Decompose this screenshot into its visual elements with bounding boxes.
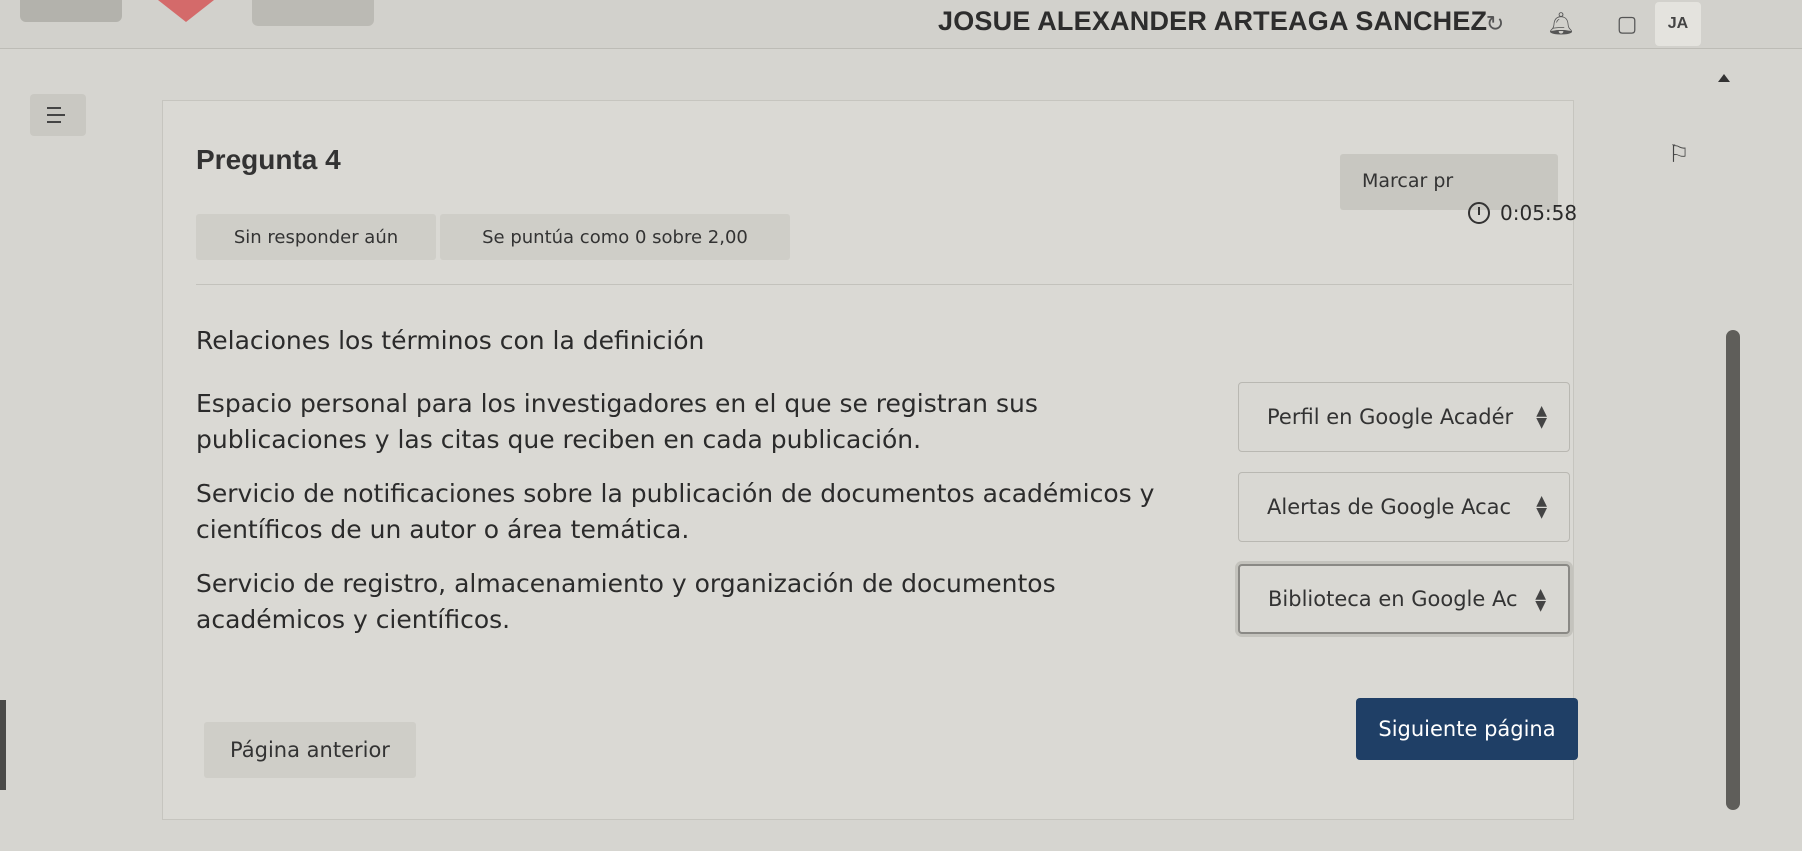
quiz-timer: 0:05:58 [1468,198,1577,228]
match-select-1[interactable]: Perfil en Google Acadér ▲ ▼ [1238,382,1570,452]
nav-menu-item[interactable] [20,0,122,22]
status-badge: Sin responder aún [196,214,436,260]
question-title: Pregunta 4 [196,144,341,175]
select-value: Alertas de Google Acac [1267,495,1512,519]
top-navbar: JOSUE ALEXANDER ARTEAGA SANCHEZ ↻ 🔔︎ ▢ J… [0,0,1802,49]
previous-page-button[interactable]: Página anterior [204,722,416,778]
flag-icon[interactable]: ⚐ [1668,140,1690,168]
list-icon [47,107,65,123]
scrollbar-thumb[interactable] [1726,330,1740,810]
match-definition-3: Servicio de registro, almacenamiento y o… [196,569,1056,634]
next-page-button[interactable]: Siguiente página [1356,698,1578,760]
avatar[interactable]: JA [1655,2,1701,46]
score-badge: Se puntúa como 0 sobre 2,00 [440,214,790,260]
divider [196,284,1572,285]
site-logo[interactable] [158,0,214,22]
nav-menu-item[interactable] [252,0,374,26]
bell-icon[interactable]: 🔔︎ [1547,11,1575,37]
chat-icon[interactable]: ▢ [1614,11,1640,37]
window-edge [0,700,6,790]
match-select-3[interactable]: Biblioteca en Google Ac ▲ ▼ [1238,564,1570,634]
drawer-toggle-button[interactable] [30,94,86,136]
flag-question-label: Marcar pr [1362,170,1454,192]
select-value: Perfil en Google Acadér [1267,405,1514,429]
history-icon[interactable]: ↻ [1482,11,1508,37]
match-definition-1: Espacio personal para los investigadores… [196,389,1038,454]
select-arrows-icon: ▲ ▼ [1536,493,1547,521]
clock-icon [1468,202,1490,224]
select-value: Biblioteca en Google Ac [1268,587,1518,611]
header-icons: ↻ 🔔︎ ▢ [1482,8,1640,40]
timer-value: 0:05:58 [1500,201,1578,225]
match-definition-2: Servicio de notificaciones sobre la publ… [196,479,1155,544]
select-arrows-icon: ▲ ▼ [1535,586,1546,614]
select-arrows-icon: ▲ ▼ [1536,403,1547,431]
question-prompt: Relaciones los términos con la definició… [196,326,705,355]
match-select-2[interactable]: Alertas de Google Acac ▲ ▼ [1238,472,1570,542]
user-name: JOSUE ALEXANDER ARTEAGA SANCHEZ [938,6,1488,36]
scroll-up-icon[interactable] [1718,74,1730,82]
